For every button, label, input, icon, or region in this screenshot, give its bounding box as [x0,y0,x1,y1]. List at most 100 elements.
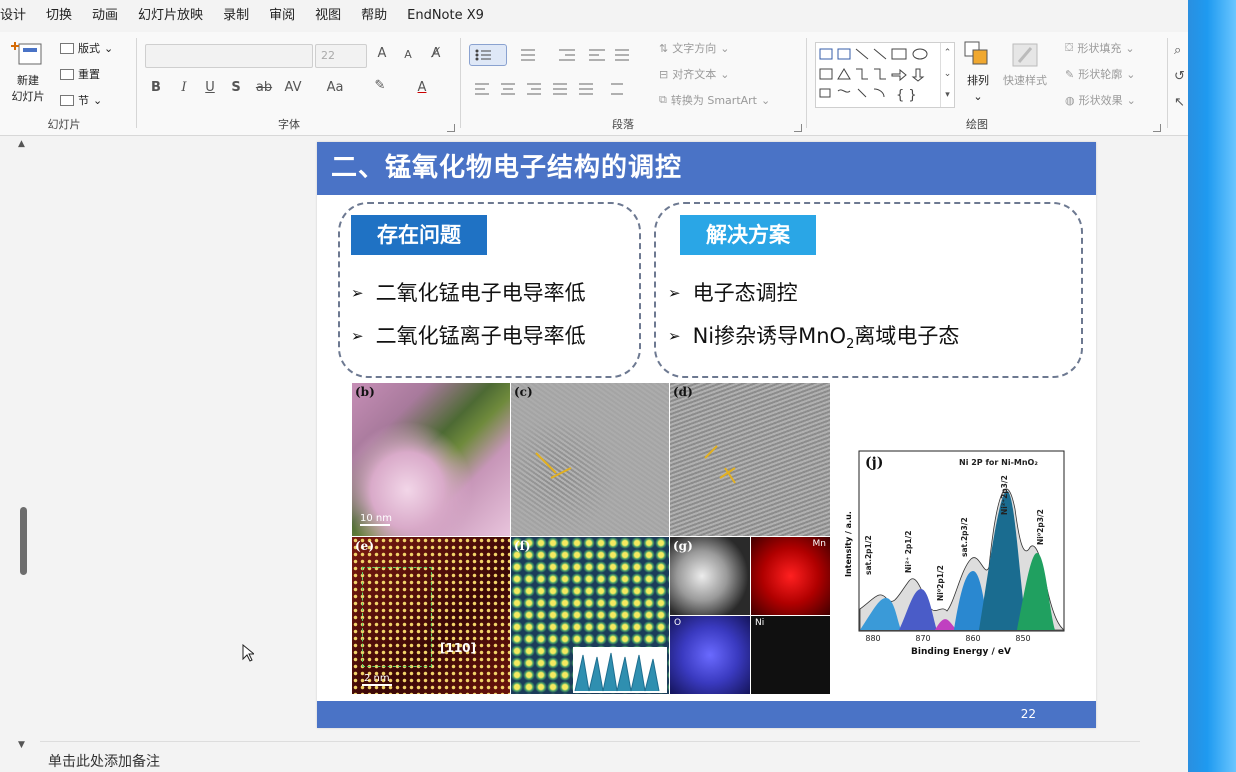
notes-placeholder[interactable]: 单击此处添加备注 [48,751,160,771]
powerpoint-window: 设计 切换 动画 幻灯片放映 录制 审阅 视图 帮助 EndNote X9 新建… [0,0,1236,772]
eds-map-mn: Mn [751,537,830,615]
menu-help[interactable]: 帮助 [351,0,397,32]
xps-spectrum: Ni 2P for Ni-MnO₂ (j) sat.2p1/2 Ni²⁺ 2p1… [839,449,1069,659]
problems-tag: 存在问题 [351,215,487,255]
convert-smartart-button[interactable]: ⧉ 转换为 SmartArt ⌄ [659,92,770,108]
grow-font-button[interactable]: A [373,46,391,61]
thumbnail-scrollbar[interactable]: ▲ ▼ [14,137,36,752]
italic-button[interactable]: I [175,80,193,95]
tem-image-d: (d) [670,383,830,536]
shape-effects-button[interactable]: ◍ 形状效果 ⌄ [1065,92,1136,108]
scroll-thumb[interactable] [20,507,27,575]
shrink-font-button[interactable]: A [399,48,417,61]
font-group: 22 A A A̸ B I U S ab AV Aa ✎ A 字体 [137,32,460,136]
chevron-down-icon: ⌄ [104,41,114,55]
slide-canvas[interactable]: 二、锰氧化物电子结构的调控 存在问题 ➢ 二氧化锰电子电导率低 ➢ 二氧化锰离子电导… [317,142,1096,728]
scroll-up-icon[interactable]: ▲ [18,139,25,149]
align-text-button[interactable]: ⊟ 对齐文本 ⌄ [659,66,729,82]
editing-icons[interactable]: ⌕ ↺ ↖ [1174,38,1185,116]
menu-animations[interactable]: 动画 [82,0,128,32]
quick-styles-button[interactable]: 快速样式 [1003,40,1047,88]
underline-button[interactable]: U [201,80,219,95]
arrow-bullet-icon: ➢ [351,327,364,345]
clear-format-icon[interactable]: A̸ [427,46,445,61]
shape-fill-button[interactable]: ⛋ 形状填充 ⌄ [1065,40,1135,56]
font-name-input[interactable] [145,44,313,68]
haadf-image-f: (f) [511,537,669,694]
shapes-scroll[interactable]: ⌃ ⌄ ▾ [940,43,954,107]
tem-image-c: (c) [511,383,669,536]
font-group-label: 字体 [278,118,300,131]
quick-styles-icon [1012,43,1038,67]
font-size-input[interactable]: 22 [315,44,367,68]
svg-text:850: 850 [1015,634,1030,643]
list-indent-icons[interactable] [517,46,637,66]
menu-bar: 设计 切换 动画 幻灯片放映 录制 审阅 视图 帮助 EndNote X9 [0,0,1188,32]
layout-icon [60,42,74,54]
intensity-profile [573,647,667,693]
arrange-icon [964,41,988,65]
slide-number: 22 [1020,707,1036,721]
svg-text:Ni⁰2p1/2: Ni⁰2p1/2 [936,565,945,601]
new-slide-button[interactable]: 新建 幻灯片 [4,40,52,104]
effects-icon: ◍ [1065,93,1075,107]
menu-design[interactable]: 设计 [0,0,36,32]
svg-text:Intensity / a.u.: Intensity / a.u. [844,511,853,577]
shapes-icon: { } [819,48,928,103]
text-direction-icon: ⇅ [659,41,669,55]
shadow-button[interactable]: S [227,80,245,95]
slide-footer-bar: 22 [317,701,1096,728]
solution-item: ➢ 电子态调控 [668,281,798,305]
section-button[interactable]: 节 ⌄ [60,92,102,108]
solutions-tag: 解决方案 [680,215,816,255]
scale-bar [360,524,390,526]
scroll-down-icon[interactable]: ▼ [18,740,25,750]
arrange-button[interactable]: 排列 ⌄ [963,40,993,103]
svg-text:Ni 2P for Ni-MnO₂: Ni 2P for Ni-MnO₂ [959,458,1038,467]
menu-slideshow[interactable]: 幻灯片放映 [128,0,213,32]
font-dialog-launcher-icon[interactable] [447,124,455,132]
shape-outline-button[interactable]: ✎ 形状轮廓 ⌄ [1065,66,1135,82]
svg-text:Binding Energy / eV: Binding Energy / eV [911,647,1011,657]
arrow-bullet-icon: ➢ [668,327,681,345]
svg-text:Ni²⁺2p3/2: Ni²⁺2p3/2 [1000,475,1009,515]
alignment-icons[interactable] [471,80,641,100]
problem-item: ➢ 二氧化锰离子电导率低 [351,324,586,348]
highlight-icon[interactable]: ✎ [369,78,391,93]
bold-button[interactable]: B [147,80,165,95]
menu-view[interactable]: 视图 [305,0,351,32]
menu-review[interactable]: 审阅 [259,0,305,32]
svg-text:Ni²⁺ 2p1/2: Ni²⁺ 2p1/2 [904,531,913,573]
change-case-button[interactable]: Aa [323,80,347,95]
char-spacing-button[interactable]: AV [281,80,305,95]
new-slide-icon [11,42,42,65]
svg-text:870: 870 [915,634,930,643]
strikethrough-button[interactable]: ab [253,80,275,95]
haadf-image-e: (e) [110] 2 nm [352,537,510,694]
eds-map-o: O [670,616,750,694]
svg-text:sat.2p3/2: sat.2p3/2 [960,517,969,557]
reset-button[interactable]: 重置 [60,66,100,82]
paragraph-dialog-launcher-icon[interactable] [794,124,802,132]
slide-title[interactable]: 二、锰氧化物电子结构的调控 [317,142,1096,195]
ribbon: 新建 幻灯片 版式 ⌄ 重置 节 ⌄ 幻灯片 22 A A A̸ B I U S a… [0,32,1188,136]
menu-record[interactable]: 录制 [213,0,259,32]
menu-transitions[interactable]: 切换 [36,0,82,32]
drawing-dialog-launcher-icon[interactable] [1153,124,1161,132]
svg-text:860: 860 [965,634,980,643]
section-icon [60,94,74,106]
font-color-button[interactable]: A [413,80,431,95]
text-direction-button[interactable]: ⇅ 文字方向 ⌄ [659,40,729,56]
notes-divider [40,741,1140,742]
bullets-button[interactable] [469,44,507,66]
bullets-icon [475,49,491,61]
shapes-gallery[interactable]: { } ⌃ ⌄ ▾ [815,42,955,108]
align-text-icon: ⊟ [659,67,669,81]
solution-item: ➢ Ni掺杂诱导MnO2离域电子态 [668,324,960,353]
menu-endnote[interactable]: EndNote X9 [397,0,494,32]
arrow-bullet-icon: ➢ [668,284,681,302]
paragraph-group: ⇅ 文字方向 ⌄ ⊟ 对齐文本 ⌄ ⧉ 转换为 SmartArt ⌄ 段落 [461,32,806,136]
layout-button[interactable]: 版式 ⌄ [60,40,113,56]
problem-item: ➢ 二氧化锰电子电导率低 [351,281,586,305]
drawing-group-label: 绘图 [966,118,988,131]
